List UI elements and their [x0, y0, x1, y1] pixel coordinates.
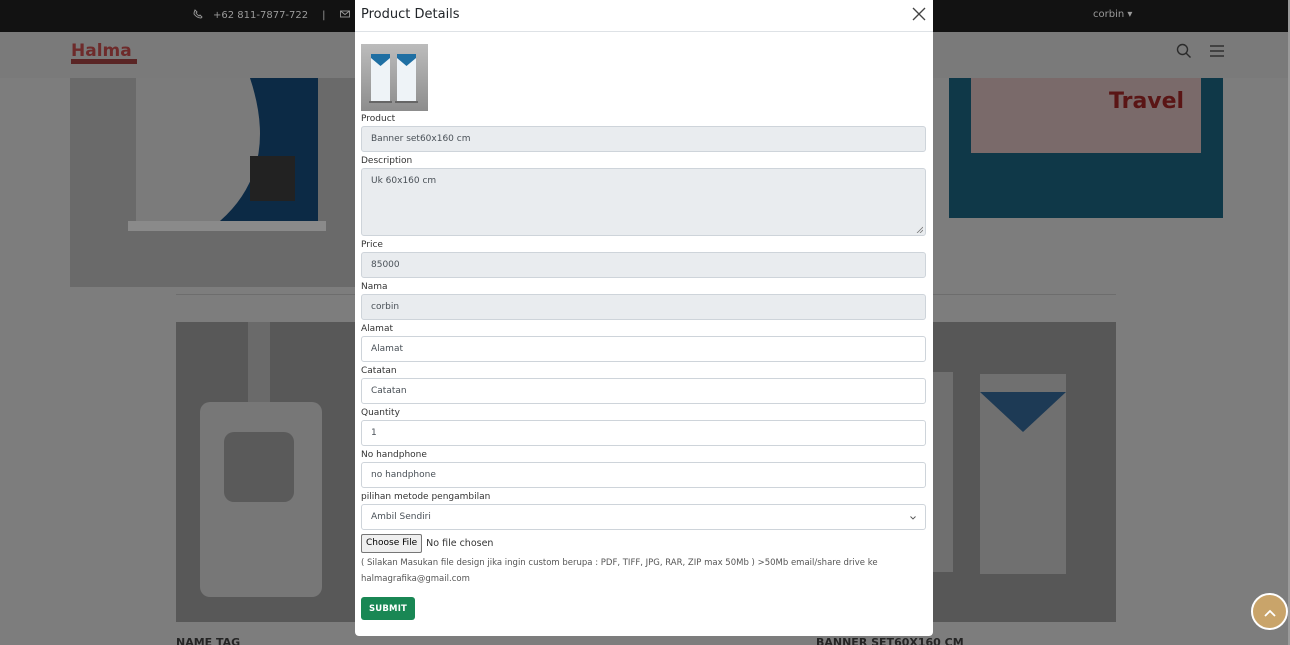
modal-body: Product Banner set60x160 cm Description …	[361, 44, 926, 620]
choose-file-button[interactable]: Choose File	[361, 533, 423, 553]
description-label: Description	[361, 156, 413, 166]
product-thumbnail	[361, 44, 428, 111]
phone-label: No handphone	[361, 450, 427, 460]
file-status: No file chosen	[426, 537, 494, 549]
mail-icon	[339, 9, 350, 22]
phone-input[interactable]: no handphone	[361, 462, 926, 488]
price-field[interactable]: 85000	[361, 252, 926, 278]
separator: |	[322, 10, 326, 21]
phone-icon	[193, 9, 203, 22]
product-card-title[interactable]: BANNER SET60X160 CM	[816, 636, 964, 645]
search-icon[interactable]	[1176, 43, 1192, 63]
modal-header: Product Details	[355, 0, 933, 32]
catatan-input[interactable]: Catatan	[361, 378, 926, 404]
nama-field[interactable]: corbin	[361, 294, 926, 320]
quantity-label: Quantity	[361, 408, 400, 418]
upload-note: ( Silakan Masukan file design jika ingin…	[361, 558, 878, 584]
scroll-to-top-button[interactable]	[1251, 593, 1288, 630]
svg-text:Halma: Halma	[71, 41, 132, 61]
product-card-image[interactable]	[70, 78, 355, 287]
resize-handle-icon[interactable]	[916, 226, 924, 234]
method-selected-value: Ambil Sendiri	[371, 512, 431, 522]
quantity-input[interactable]: 1	[361, 420, 926, 446]
alamat-input[interactable]: Alamat	[361, 336, 926, 362]
alamat-label: Alamat	[361, 324, 393, 334]
menu-icon[interactable]	[1209, 43, 1225, 63]
svg-text:Travel: Travel	[1109, 89, 1184, 114]
chevron-up-icon	[1263, 602, 1276, 621]
description-text: Uk 60x160 cm	[371, 176, 437, 186]
product-label: Product	[361, 114, 396, 124]
catatan-label: Catatan	[361, 366, 397, 376]
phone-number[interactable]: +62 811-7877-722	[213, 10, 308, 21]
description-field[interactable]: Uk 60x160 cm	[361, 168, 926, 236]
product-field[interactable]: Banner set60x160 cm	[361, 126, 926, 152]
user-menu[interactable]: corbin ▾	[1093, 9, 1132, 20]
product-card-title[interactable]: NAME TAG	[176, 636, 240, 645]
file-upload: Choose File No file chosen	[361, 533, 926, 553]
method-select[interactable]: Ambil Sendiri	[361, 504, 926, 530]
modal-title: Product Details	[361, 7, 460, 22]
method-label: pilihan metode pengambilan	[361, 492, 491, 502]
close-icon[interactable]	[910, 5, 928, 23]
product-card-image[interactable]: Travel	[949, 78, 1223, 218]
submit-button[interactable]: SUBMIT	[361, 597, 415, 620]
brand-logo[interactable]: Halma	[69, 36, 139, 70]
nama-label: Nama	[361, 282, 388, 292]
price-label: Price	[361, 240, 383, 250]
product-card-image[interactable]	[933, 322, 1116, 622]
product-details-modal: Product Details Product Banner set60x160…	[355, 0, 933, 636]
product-card-image[interactable]	[176, 322, 356, 622]
chevron-down-icon	[910, 513, 916, 522]
